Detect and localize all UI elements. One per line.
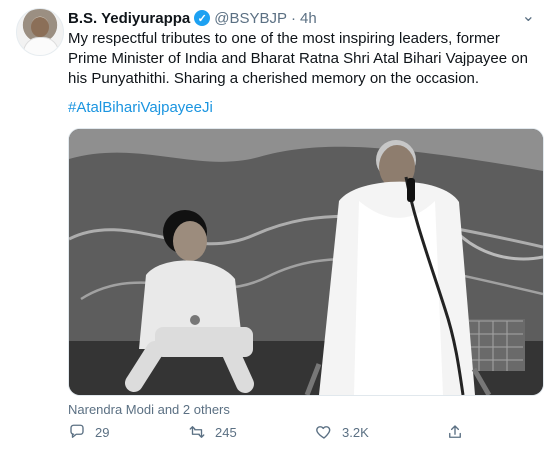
author-name[interactable]: B.S. Yediyurappa [68,10,190,27]
like-button[interactable]: 3.2K [315,423,369,441]
tweet-photo[interactable] [68,128,544,396]
like-count: 3.2K [342,424,369,440]
hashtag-link[interactable]: #AtalBihariVajpayeeJi [68,98,213,118]
tweet-time[interactable]: 4h [300,10,317,27]
chevron-down-icon[interactable]: ⌄ [522,9,535,25]
author-handle[interactable]: @BSYBJP [214,10,287,27]
avatar-face [31,17,49,37]
tweet-header: B.S. Yediyurappa ✓ @BSYBJP · 4h [68,8,317,28]
reply-count: 29 [95,424,110,440]
reply-icon [70,424,84,438]
retweet-count: 245 [215,424,237,440]
retweet-icon [189,426,205,438]
tagged-people[interactable]: Narendra Modi and 2 others [68,402,230,417]
share-button[interactable] [446,423,464,441]
retweet-button[interactable]: 245 [188,423,237,441]
tweet-text: My respectful tributes to one of the mos… [68,30,528,87]
profile-avatar[interactable] [16,8,64,56]
tweet-actions: 29 245 3.2K [68,423,488,447]
memory-photo [69,129,543,395]
share-icon [449,425,461,438]
time-separator: · [291,9,297,27]
verified-badge-icon: ✓ [194,10,211,26]
reply-button[interactable]: 29 [68,423,109,441]
like-icon [316,426,331,439]
avatar-shirt [23,37,59,55]
